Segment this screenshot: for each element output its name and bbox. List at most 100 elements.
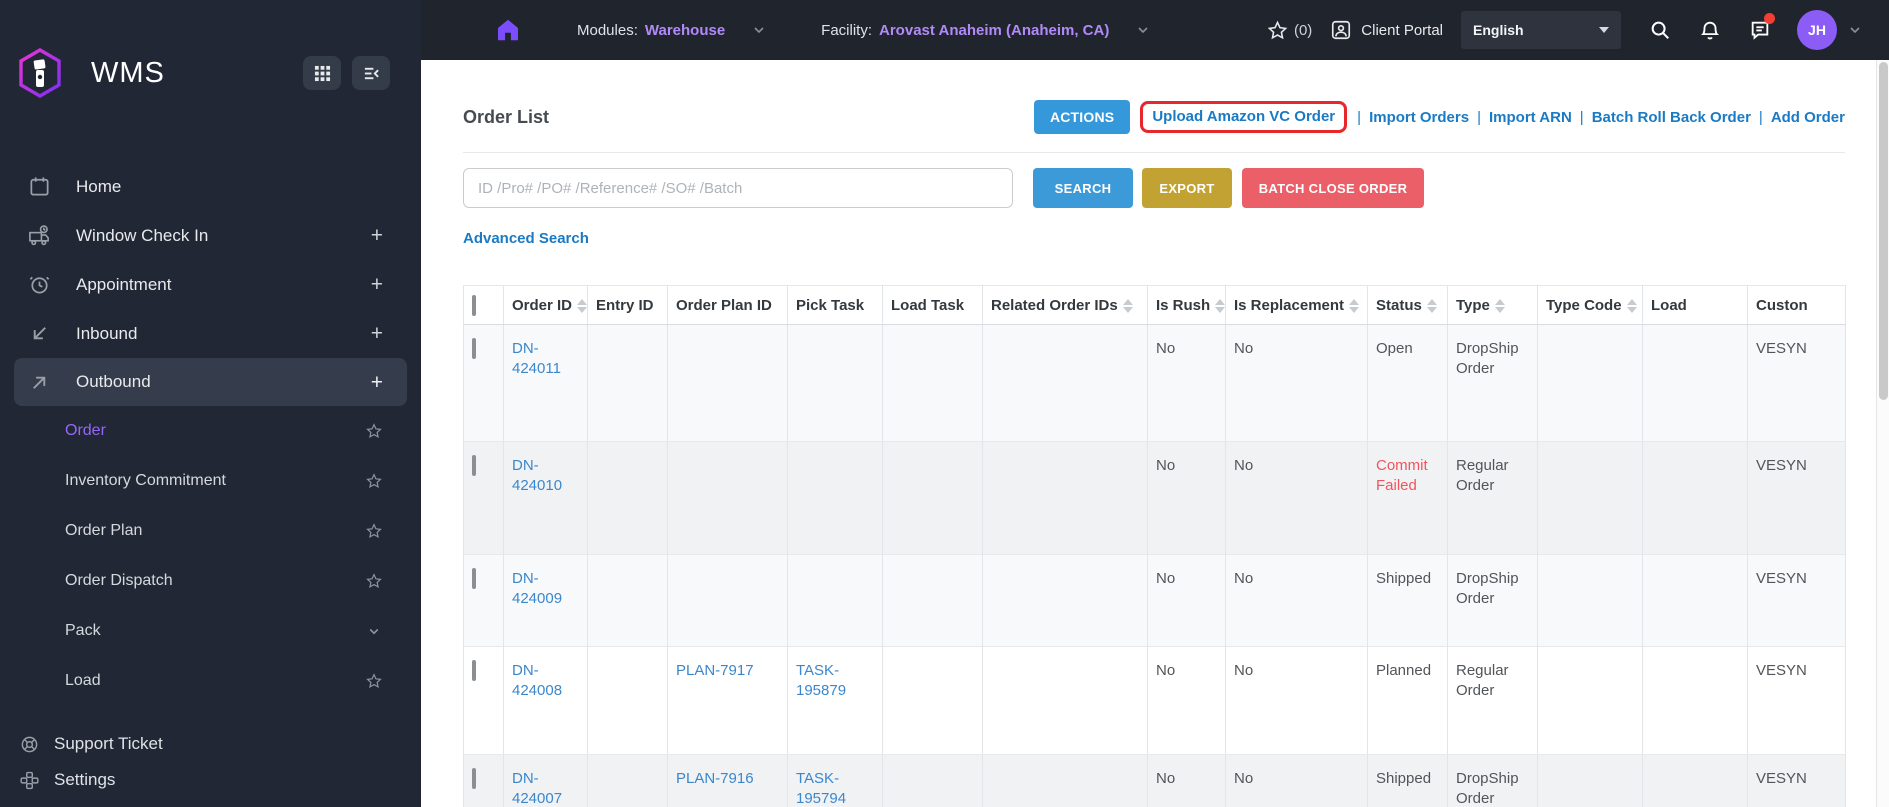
sort-icon[interactable]: [1122, 299, 1133, 314]
link-separator: |: [1477, 108, 1481, 126]
order-id-link[interactable]: DN-424008: [512, 662, 562, 699]
search-icon: [1651, 21, 1669, 39]
favorite-star-icon[interactable]: [365, 672, 383, 690]
sidebar-item-outbound[interactable]: Outbound +: [14, 358, 407, 406]
col-status[interactable]: Status: [1367, 285, 1448, 325]
favorite-star-icon[interactable]: [365, 422, 383, 440]
sort-icon[interactable]: [577, 299, 587, 314]
modules-value: Warehouse: [644, 21, 726, 39]
status-cell: Open: [1367, 324, 1448, 442]
sidebar-item-window-check-in[interactable]: Window Check In +: [0, 211, 421, 260]
favorites-count: (0): [1293, 21, 1313, 39]
col-order-id[interactable]: Order ID: [503, 285, 588, 325]
order-id-link[interactable]: DN-424007: [512, 770, 562, 807]
chevron-down-icon: [1599, 27, 1609, 33]
col-is-rush[interactable]: Is Rush: [1147, 285, 1226, 325]
order-plan-link[interactable]: PLAN-7916: [676, 770, 754, 787]
sidebar-item-inbound[interactable]: Inbound +: [0, 309, 421, 358]
sidebar-item-label: Home: [76, 176, 122, 196]
import-arn-link[interactable]: Import ARN: [1489, 109, 1572, 126]
search-input[interactable]: [463, 168, 1013, 208]
chevron-down-icon[interactable]: [1847, 22, 1863, 38]
sort-icon[interactable]: [1494, 299, 1505, 314]
sort-icon[interactable]: [1426, 299, 1437, 314]
expand-plus-icon[interactable]: +: [371, 274, 383, 295]
col-related-order-ids[interactable]: Related Order IDs: [982, 285, 1148, 325]
sidebar-item-home[interactable]: Home: [0, 162, 421, 211]
col-order-plan-id: Order Plan ID: [667, 285, 788, 325]
order-id-link[interactable]: DN-424011: [512, 340, 561, 377]
outbound-arrow-icon: [33, 376, 46, 389]
app-title: WMS: [91, 56, 165, 89]
row-checkbox[interactable]: [472, 660, 476, 681]
add-order-link[interactable]: Add Order: [1771, 109, 1845, 126]
modules-selector[interactable]: Modules: Warehouse: [577, 22, 767, 39]
pick-task-link[interactable]: TASK-195879: [796, 662, 846, 699]
sort-icon[interactable]: [1626, 299, 1637, 314]
sidebar-item-appointment[interactable]: Appointment +: [0, 260, 421, 309]
outbound-submenu: Order Inventory Commitment Order Plan Or…: [0, 406, 421, 706]
page-scrollbar[interactable]: [1876, 60, 1889, 807]
sidebar-subitem-order-plan[interactable]: Order Plan: [0, 506, 421, 556]
expand-plus-icon[interactable]: +: [371, 323, 383, 344]
client-portal-icon[interactable]: [1330, 19, 1352, 41]
apps-grid-button[interactable]: [303, 56, 341, 90]
search-button[interactable]: [1649, 19, 1671, 41]
header-actions: ACTIONS Upload Amazon VC Order | Import …: [1033, 100, 1845, 134]
notifications-button[interactable]: [1699, 19, 1721, 41]
order-id-link[interactable]: DN-424009: [512, 570, 562, 607]
language-select[interactable]: English: [1461, 11, 1621, 49]
col-customer: Custon: [1747, 285, 1846, 325]
export-button[interactable]: EXPORT: [1142, 168, 1232, 208]
import-orders-link[interactable]: Import Orders: [1369, 109, 1469, 126]
pick-task-link[interactable]: TASK-195794: [796, 770, 846, 807]
sidebar-item-label: Settings: [54, 770, 116, 789]
sidebar-footer: Support Ticket Settings: [0, 726, 421, 798]
search-submit-button[interactable]: SEARCH: [1033, 168, 1133, 208]
collapse-sidebar-button[interactable]: [352, 56, 390, 90]
row-checkbox[interactable]: [472, 768, 476, 789]
sidebar-item-support-ticket[interactable]: Support Ticket: [0, 726, 421, 762]
favorite-star-icon[interactable]: [365, 472, 383, 490]
row-checkbox[interactable]: [472, 338, 476, 359]
status-cell: Shipped: [1367, 554, 1448, 647]
sidebar-subitem-pack[interactable]: Pack: [0, 606, 421, 656]
chevron-down-icon: [754, 27, 764, 34]
status-cell: Planned: [1367, 646, 1448, 755]
sort-icon[interactable]: [1349, 299, 1360, 314]
select-all-checkbox[interactable]: [472, 295, 476, 316]
expand-plus-icon[interactable]: +: [371, 372, 383, 393]
sidebar-subitem-order-dispatch[interactable]: Order Dispatch: [0, 556, 421, 606]
favorite-star-icon[interactable]: [365, 522, 383, 540]
sidebar-subitem-inventory-commitment[interactable]: Inventory Commitment: [0, 456, 421, 506]
messages-button[interactable]: [1749, 13, 1775, 41]
batch-close-order-button[interactable]: BATCH CLOSE ORDER: [1242, 168, 1424, 208]
favorite-star-icon[interactable]: [365, 572, 383, 590]
row-checkbox[interactable]: [472, 568, 476, 589]
favorites-star-icon[interactable]: [1267, 20, 1288, 41]
sidebar-item-settings[interactable]: Settings: [0, 762, 421, 798]
order-plan-link[interactable]: PLAN-7917: [676, 662, 754, 679]
upload-amazon-vc-order-link[interactable]: Upload Amazon VC Order: [1152, 108, 1335, 125]
advanced-search-link[interactable]: Advanced Search: [463, 230, 589, 247]
client-portal-label[interactable]: Client Portal: [1361, 22, 1443, 39]
facility-selector[interactable]: Facility: Arovast Anaheim (Anaheim, CA): [821, 22, 1151, 39]
row-checkbox[interactable]: [472, 455, 476, 476]
status-cell: Shipped: [1367, 754, 1448, 807]
order-id-link[interactable]: DN-424010: [512, 457, 562, 494]
batch-roll-back-order-link[interactable]: Batch Roll Back Order: [1592, 109, 1751, 126]
col-type[interactable]: Type: [1447, 285, 1538, 325]
actions-button[interactable]: ACTIONS: [1033, 100, 1131, 134]
sort-icon[interactable]: [1215, 299, 1225, 314]
sidebar-subitem-order[interactable]: Order: [0, 406, 421, 456]
home-icon[interactable]: [495, 17, 521, 43]
scrollbar-thumb[interactable]: [1879, 62, 1888, 400]
sidebar-subitem-load[interactable]: Load: [0, 656, 421, 706]
expand-plus-icon[interactable]: +: [371, 225, 383, 246]
user-avatar[interactable]: JH: [1797, 10, 1837, 50]
sidebar-header: WMS: [0, 0, 421, 100]
link-separator: |: [1758, 108, 1763, 126]
col-type-code[interactable]: Type Code: [1537, 285, 1643, 325]
col-is-replacement[interactable]: Is Replacement: [1225, 285, 1368, 325]
language-value: English: [1473, 22, 1524, 38]
